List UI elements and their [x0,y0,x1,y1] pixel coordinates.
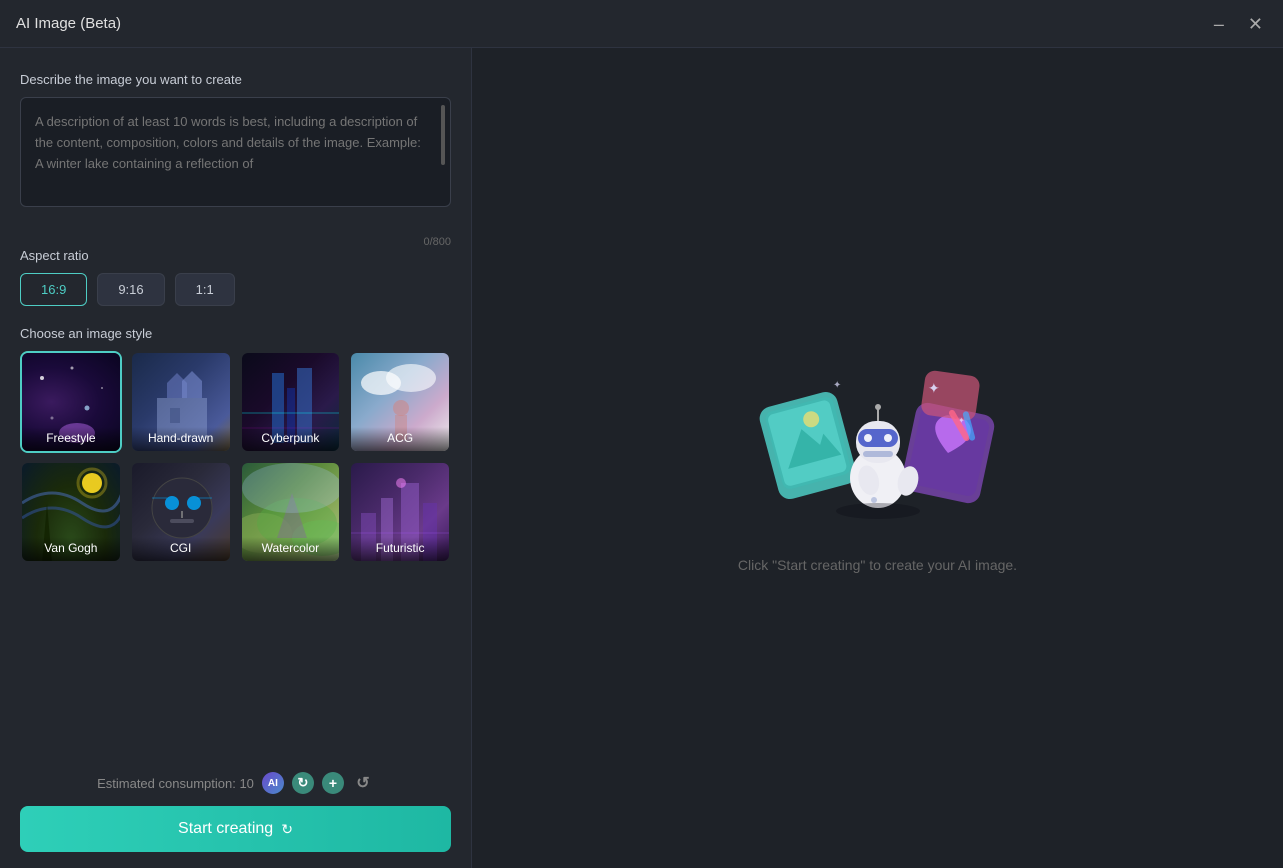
plus-icon: + [322,772,344,794]
style-card-cgi[interactable]: CGI [130,461,232,563]
minimize-button[interactable]: – [1210,13,1228,35]
style-card-watercolor[interactable]: Watercolor [240,461,342,563]
style-label-cgi: CGI [132,537,230,561]
svg-text:✦: ✦ [928,380,940,396]
consumption-text: Estimated consumption: 10 [97,776,254,791]
style-label-handdrawn: Hand-drawn [132,427,230,451]
style-card-acg[interactable]: ACG [349,351,451,453]
style-card-handdrawn[interactable]: Hand-drawn [130,351,232,453]
svg-text:✦: ✦ [833,380,841,391]
preview-hint: Click "Start creating" to create your AI… [738,557,1017,573]
style-label-futuristic: Futuristic [351,537,449,561]
style-label-cyberpunk: Cyberpunk [242,427,340,451]
bottom-area: Estimated consumption: 10 AI ↻ + ↺ Start… [20,756,451,852]
ai-icon: AI [262,772,284,794]
refresh-icon: ↻ [292,772,314,794]
style-section: Choose an image style [20,326,451,563]
consumption-row: Estimated consumption: 10 AI ↻ + ↺ [20,772,451,794]
style-card-freestyle[interactable]: Freestyle [20,351,122,453]
aspect-btn-916[interactable]: 9:16 [97,273,164,306]
aspect-btn-11[interactable]: 1:1 [175,273,235,306]
close-button[interactable]: ✕ [1244,13,1267,35]
style-grid: Freestyle Hand-drawn [20,351,451,563]
illustration-svg: ✦ ✦ ✦ [748,343,1008,533]
style-label-vangogh: Van Gogh [22,537,120,561]
aspect-ratio-section: Aspect ratio 16:9 9:16 1:1 [20,248,451,306]
description-input[interactable] [20,97,451,207]
style-card-vangogh[interactable]: Van Gogh [20,461,122,563]
title-bar: AI Image (Beta) – ✕ [0,0,1283,48]
window-controls: – ✕ [1210,13,1267,35]
textarea-wrapper [20,97,451,212]
describe-label: Describe the image you want to create [20,72,451,87]
scrollbar [441,105,445,165]
reload-icon[interactable]: ↺ [352,772,374,794]
aspect-btn-169[interactable]: 16:9 [20,273,87,306]
left-panel: Describe the image you want to create 0/… [0,48,472,868]
aspect-buttons: 16:9 9:16 1:1 [20,273,451,306]
main-content: Describe the image you want to create 0/… [0,48,1283,868]
style-card-futuristic[interactable]: Futuristic [349,461,451,563]
start-creating-button[interactable]: Start creating ↻ [20,806,451,852]
preview-illustration: ✦ ✦ ✦ [748,343,1008,533]
start-btn-icon: ↻ [281,821,293,838]
style-label-freestyle: Freestyle [22,427,120,451]
style-label-watercolor: Watercolor [242,537,340,561]
window-title: AI Image (Beta) [16,15,121,32]
aspect-label: Aspect ratio [20,248,451,263]
app-window: AI Image (Beta) – ✕ Describe the image y… [0,0,1283,868]
style-card-cyberpunk[interactable]: Cyberpunk [240,351,342,453]
style-label: Choose an image style [20,326,451,341]
style-label-acg: ACG [351,427,449,451]
char-count: 0/800 [20,236,451,248]
right-panel: ✦ ✦ ✦ Click "Start creating" to create y… [472,48,1283,868]
start-btn-label: Start creating [178,820,273,838]
